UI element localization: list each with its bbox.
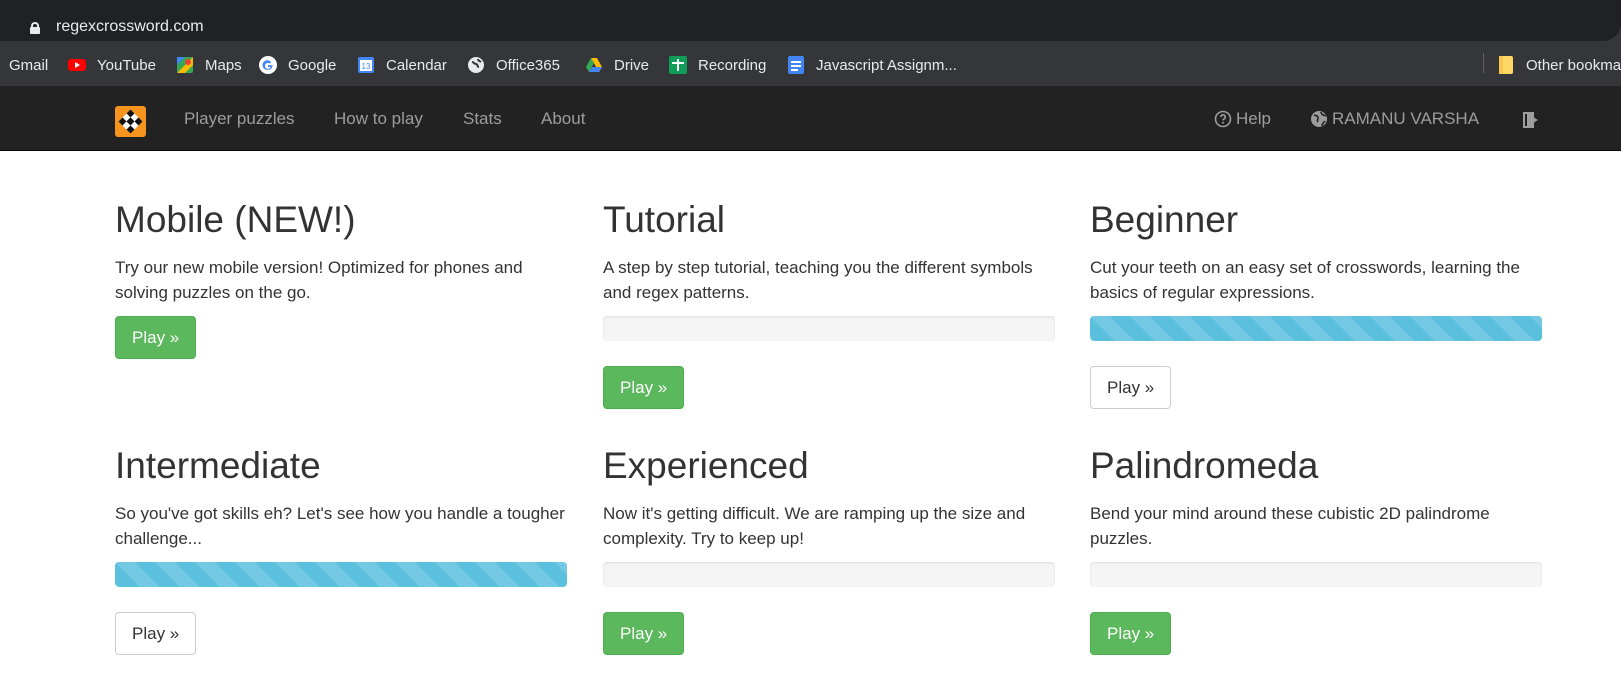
- play-tutorial-button[interactable]: Play »: [603, 366, 685, 409]
- bookmark-label: Maps: [205, 56, 242, 74]
- bookmark-recording[interactable]: Recording: [669, 44, 766, 86]
- play-experienced-button[interactable]: Play »: [603, 612, 685, 655]
- progress-fill: [1090, 316, 1542, 341]
- svg-text:13: 13: [362, 62, 371, 71]
- progress-bar: [1090, 562, 1542, 587]
- nav-help-label: Help: [1236, 109, 1271, 128]
- bookmark-label: Google: [288, 56, 337, 74]
- card-description: Cut your teeth on an easy set of crosswo…: [1090, 258, 1520, 302]
- url-box[interactable]: regexcrossword.com: [0, 5, 1621, 41]
- docs-icon: [787, 56, 805, 74]
- bookmark-maps[interactable]: Maps: [176, 44, 242, 86]
- nav-how-to-play[interactable]: How to play: [334, 86, 423, 151]
- card-description: Bend your mind around these cubistic 2D …: [1090, 504, 1490, 548]
- card-title: Tutorial: [603, 199, 726, 240]
- card-mobile: Mobile (NEW!) Try our new mobile version…: [115, 198, 567, 359]
- card-beginner: Beginner Cut your teeth on an easy set o…: [1090, 198, 1542, 409]
- bookmark-drive[interactable]: Drive: [585, 44, 649, 86]
- card-tutorial: Tutorial A step by step tutorial, teachi…: [603, 198, 1055, 409]
- folder-icon: [1497, 56, 1515, 74]
- progress-bar: [603, 562, 1055, 587]
- bookmark-office365[interactable]: Office365: [467, 44, 560, 86]
- play-palindromeda-button[interactable]: Play »: [1090, 612, 1172, 655]
- card-description: Try our new mobile version! Optimized fo…: [115, 258, 523, 302]
- url-text[interactable]: regexcrossword.com: [56, 18, 204, 36]
- nav-stats[interactable]: Stats: [463, 86, 502, 151]
- progress-fill: [115, 562, 567, 587]
- card-description: Now it's getting difficult. We are rampi…: [603, 504, 1026, 548]
- bookmark-label: Gmail: [9, 56, 49, 74]
- user-globe-icon: [1311, 110, 1327, 127]
- nav-help[interactable]: Help: [1214, 86, 1271, 151]
- bookmark-label: YouTube: [97, 56, 156, 74]
- lock-icon[interactable]: [30, 22, 40, 34]
- question-circle-icon: [1214, 110, 1232, 127]
- nav-user-name: RAMANU VARSHA: [1332, 109, 1480, 128]
- calendar-icon: 13: [357, 56, 375, 74]
- maps-icon: [176, 56, 194, 74]
- card-palindromeda: Palindromeda Bend your mind around these…: [1090, 444, 1542, 655]
- bookmark-label: Recording: [698, 56, 767, 74]
- google-icon: [259, 56, 277, 74]
- bookmark-label: Office365: [496, 56, 560, 74]
- bookmark-other[interactable]: Other bookma: [1497, 44, 1621, 86]
- bookmarks-bar: Gmail YouTube Maps Google 13 Calendar Of…: [0, 44, 1621, 86]
- browser-address-bar: regexcrossword.com: [0, 0, 1621, 44]
- progress-bar: [1090, 316, 1542, 341]
- site-logo[interactable]: [115, 106, 146, 137]
- nav-user-profile[interactable]: RAMANU VARSHA: [1310, 86, 1479, 151]
- card-description: A step by step tutorial, teaching you th…: [603, 258, 1033, 302]
- bookmark-label: Javascript Assignm...: [816, 56, 957, 74]
- nav-about[interactable]: About: [541, 86, 585, 151]
- card-title: Palindromeda: [1090, 445, 1319, 486]
- card-title: Intermediate: [115, 445, 321, 486]
- bookmark-label: Drive: [614, 56, 650, 74]
- bookmark-gmail[interactable]: Gmail: [9, 44, 48, 86]
- bookmark-calendar[interactable]: 13 Calendar: [357, 44, 447, 86]
- bookmark-youtube[interactable]: YouTube: [68, 44, 156, 86]
- progress-bar: [603, 316, 1055, 341]
- card-title: Mobile (NEW!): [115, 199, 356, 240]
- drive-icon: [585, 56, 603, 74]
- sheets-icon: [669, 56, 687, 74]
- globe-icon: [467, 56, 485, 74]
- play-mobile-button[interactable]: Play »: [115, 316, 197, 359]
- bookmark-label: Other bookma: [1526, 56, 1621, 74]
- card-title: Beginner: [1090, 199, 1239, 240]
- play-beginner-button[interactable]: Play »: [1090, 366, 1172, 409]
- bookmark-separator: [1483, 53, 1484, 73]
- bookmark-label: Calendar: [386, 56, 447, 74]
- sign-out-icon[interactable]: [1522, 86, 1540, 151]
- youtube-icon: [68, 56, 86, 74]
- card-experienced: Experienced Now it's getting difficult. …: [603, 444, 1055, 655]
- progress-bar: [115, 562, 567, 587]
- play-intermediate-button[interactable]: Play »: [115, 612, 197, 655]
- card-title: Experienced: [603, 445, 809, 486]
- card-description: So you've got skills eh? Let's see how y…: [115, 504, 565, 548]
- site-navbar: Player puzzles How to play Stats About H…: [0, 86, 1621, 151]
- nav-player-puzzles[interactable]: Player puzzles: [184, 86, 295, 151]
- card-intermediate: Intermediate So you've got skills eh? Le…: [115, 444, 567, 655]
- bookmark-google[interactable]: Google: [259, 44, 336, 86]
- bookmark-javascript-assignment[interactable]: Javascript Assignm...: [787, 44, 957, 86]
